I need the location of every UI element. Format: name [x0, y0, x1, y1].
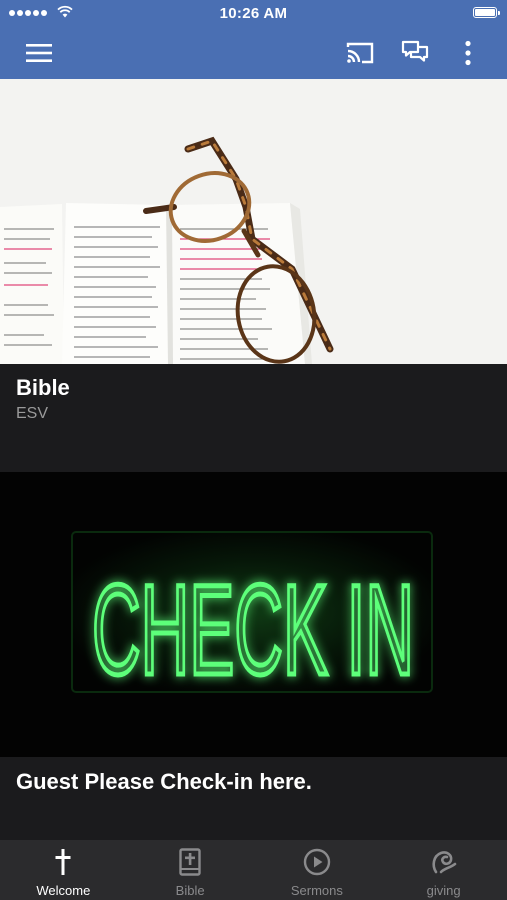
bible-card-image — [0, 79, 507, 364]
checkin-card-image: CHECK IN — [0, 472, 507, 757]
checkin-card[interactable]: CHECK IN Guest Please Check-in here. — [0, 472, 507, 840]
cross-icon — [55, 849, 71, 875]
tab-sermons[interactable]: Sermons — [254, 840, 381, 900]
open-bible-with-glasses-image — [0, 79, 507, 364]
check-in-neon-text: CHECK IN — [92, 559, 414, 702]
tab-bible[interactable]: Bible — [127, 840, 254, 900]
bible-card-subtitle: ESV — [16, 405, 49, 422]
bottom-tab-bar: Welcome Bible Sermons giving — [0, 840, 507, 900]
menu-button[interactable] — [17, 27, 61, 79]
tab-welcome[interactable]: Welcome — [0, 840, 127, 900]
chat-button[interactable] — [393, 27, 437, 79]
bible-card[interactable]: Bible ESV — [0, 79, 507, 472]
play-circle-icon — [303, 848, 331, 876]
chat-icon — [401, 40, 429, 62]
more-vertical-icon — [465, 40, 471, 66]
app-bar — [0, 27, 507, 79]
menu-icon — [26, 44, 52, 62]
battery-icon — [473, 7, 500, 18]
checkin-card-title: Guest Please Check-in here. — [16, 769, 312, 794]
cast-button[interactable] — [338, 27, 382, 79]
tab-sermons-label: Sermons — [290, 883, 343, 898]
more-options-button[interactable] — [446, 27, 490, 79]
tab-giving-label: giving — [426, 883, 461, 898]
cast-icon — [346, 42, 374, 64]
tab-welcome-label: Welcome — [36, 883, 91, 898]
tab-giving[interactable]: giving — [380, 840, 507, 900]
status-bar: 10:26 AM — [0, 0, 507, 27]
giving-icon — [432, 851, 456, 874]
bible-card-title: Bible — [16, 375, 70, 400]
tab-bible-label: Bible — [175, 883, 205, 898]
bible-book-icon — [179, 848, 201, 876]
neon-check-in-sign-image: CHECK IN — [0, 472, 507, 757]
status-time: 10:26 AM — [219, 5, 288, 22]
